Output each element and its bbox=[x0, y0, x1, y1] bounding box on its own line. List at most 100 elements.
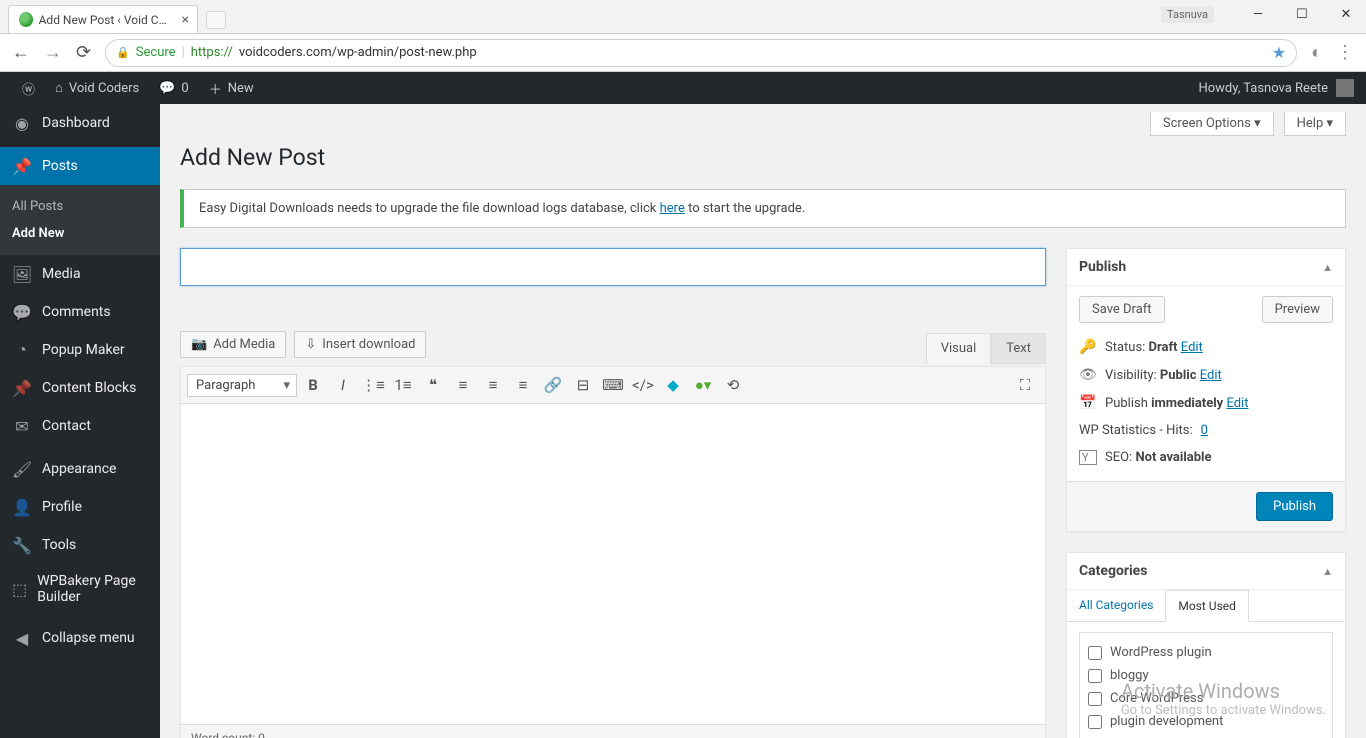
paragraph-select[interactable]: Paragraph bbox=[187, 374, 297, 397]
notice-here-link[interactable]: here bbox=[660, 201, 685, 216]
browser-profile[interactable]: Tasnuva bbox=[1161, 6, 1214, 23]
page-title: Add New Post bbox=[180, 144, 1346, 171]
category-list[interactable]: WordPress plugin bloggy Core WordPress p… bbox=[1079, 632, 1333, 738]
preview-button[interactable]: Preview bbox=[1262, 296, 1333, 323]
content-area: Screen Options ▾ Help ▾ Add New Post Eas… bbox=[160, 104, 1366, 738]
tab-visual[interactable]: Visual bbox=[926, 333, 992, 364]
category-item[interactable]: WordPress plugin bbox=[1088, 641, 1324, 664]
toolbar-toggle-button[interactable]: ⌨ bbox=[599, 371, 627, 399]
editor-canvas[interactable] bbox=[181, 404, 1045, 724]
tab-text[interactable]: Text bbox=[991, 333, 1046, 364]
post-title-input[interactable] bbox=[180, 248, 1046, 286]
forward-button[interactable]: → bbox=[44, 42, 62, 63]
category-item[interactable]: plugin development bbox=[1088, 710, 1324, 733]
bold-button[interactable]: B bbox=[299, 371, 327, 399]
category-item[interactable]: Core WordPress bbox=[1088, 687, 1324, 710]
comments-link[interactable]: 💬0 bbox=[149, 81, 199, 96]
wp-logo[interactable]: ⓦ bbox=[12, 79, 45, 98]
sidebar-item-wpbakery[interactable]: ⬚WPBakery Page Builder bbox=[0, 564, 160, 614]
quote-button[interactable]: ❝ bbox=[419, 371, 447, 399]
plugin2-icon[interactable]: ●▾ bbox=[689, 371, 717, 399]
align-right-button[interactable]: ≡ bbox=[509, 371, 537, 399]
plugin1-icon[interactable]: ◆ bbox=[659, 371, 687, 399]
eye-icon: 👁 bbox=[1079, 367, 1097, 383]
url-input[interactable]: 🔒 Secure | https://voidcoders.com/wp-adm… bbox=[105, 39, 1297, 67]
sidebar-item-content-blocks[interactable]: 📌Content Blocks bbox=[0, 369, 160, 407]
category-item[interactable]: bloggy bbox=[1088, 664, 1324, 687]
new-tab-button[interactable] bbox=[206, 11, 226, 29]
category-checkbox[interactable] bbox=[1088, 646, 1102, 660]
help-button[interactable]: Help ▾ bbox=[1284, 112, 1346, 136]
download-icon: ⇩ bbox=[305, 337, 316, 352]
readmore-button[interactable]: ⊟ bbox=[569, 371, 597, 399]
sidebar-item-appearance[interactable]: 🖌Appearance bbox=[0, 450, 160, 488]
menu-icon[interactable]: ⋮ bbox=[1336, 42, 1354, 63]
publish-box: Publish▲ Save Draft Preview 🔑Status: Dra… bbox=[1066, 248, 1346, 532]
category-checkbox[interactable] bbox=[1088, 715, 1102, 729]
tab-title: Add New Post ‹ Void Cod… bbox=[39, 13, 167, 27]
add-media-button[interactable]: 📷Add Media bbox=[180, 331, 286, 358]
categories-heading[interactable]: Categories▲ bbox=[1067, 553, 1345, 590]
sidebar-collapse[interactable]: ◀Collapse menu bbox=[0, 619, 160, 657]
sidebar-item-posts[interactable]: 📌Posts bbox=[0, 147, 160, 185]
italic-button[interactable]: I bbox=[329, 371, 357, 399]
collapse-icon: ◀ bbox=[12, 628, 32, 648]
sidebar-item-dashboard[interactable]: ◉Dashboard bbox=[0, 104, 160, 142]
stats-link[interactable]: 0 bbox=[1201, 423, 1208, 438]
sidebar-item-profile[interactable]: 👤Profile bbox=[0, 488, 160, 526]
sidebar-item-tools[interactable]: 🔧Tools bbox=[0, 526, 160, 564]
number-list-button[interactable]: 1≡ bbox=[389, 371, 417, 399]
editor-container: Visual Text Paragraph B I ⋮≡ 1≡ ❝ ≡ ≡ bbox=[180, 366, 1046, 738]
tab-most-used[interactable]: Most Used bbox=[1165, 590, 1249, 622]
wrench-icon: 🔧 bbox=[12, 535, 32, 555]
brush-icon: 🖌 bbox=[12, 459, 32, 479]
close-icon[interactable]: × bbox=[182, 12, 189, 28]
site-home-link[interactable]: ⌂Void Coders bbox=[45, 80, 149, 96]
sidebar-item-popup[interactable]: ◔Popup Maker bbox=[0, 331, 160, 369]
link-button[interactable]: 🔗 bbox=[539, 371, 567, 399]
category-checkbox[interactable] bbox=[1088, 669, 1102, 683]
save-draft-button[interactable]: Save Draft bbox=[1079, 296, 1165, 323]
publish-button[interactable]: Publish bbox=[1256, 492, 1333, 521]
editor-toolbar: Paragraph B I ⋮≡ 1≡ ❝ ≡ ≡ ≡ 🔗 ⊟ ⌨ bbox=[181, 367, 1045, 404]
screen-options-button[interactable]: Screen Options ▾ bbox=[1150, 112, 1274, 136]
reload-button[interactable]: ⟳ bbox=[76, 42, 91, 63]
category-checkbox[interactable] bbox=[1088, 692, 1102, 706]
yoast-icon: Y bbox=[1079, 450, 1097, 465]
sidebar-sub-add-new[interactable]: Add New bbox=[0, 220, 160, 247]
upgrade-notice: Easy Digital Downloads needs to upgrade … bbox=[180, 189, 1346, 228]
insert-download-button[interactable]: ⇩Insert download bbox=[294, 331, 426, 358]
edit-status-link[interactable]: Edit bbox=[1181, 340, 1203, 355]
categories-box: Categories▲ All Categories Most Used Wor… bbox=[1066, 552, 1346, 738]
secure-label: Secure bbox=[136, 45, 176, 60]
maximize-button[interactable]: ☐ bbox=[1282, 0, 1322, 28]
code-button[interactable]: </> bbox=[629, 371, 657, 399]
home-icon: ⌂ bbox=[55, 80, 63, 96]
pin-icon: 📌 bbox=[12, 156, 32, 176]
browser-tab[interactable]: Add New Post ‹ Void Cod… × bbox=[8, 5, 198, 33]
publish-heading[interactable]: Publish▲ bbox=[1067, 249, 1345, 286]
sidebar-item-media[interactable]: 🖼Media bbox=[0, 255, 160, 293]
align-left-button[interactable]: ≡ bbox=[449, 371, 477, 399]
back-button[interactable]: ← bbox=[12, 42, 30, 63]
sidebar-item-comments[interactable]: 💬Comments bbox=[0, 293, 160, 331]
extension-icon[interactable]: ◐ bbox=[1311, 42, 1322, 63]
new-link[interactable]: ＋New bbox=[199, 79, 264, 98]
tab-all-categories[interactable]: All Categories bbox=[1067, 590, 1165, 621]
window-close-button[interactable]: ✕ bbox=[1326, 0, 1366, 28]
howdy-text[interactable]: Howdy, Tasnova Reete bbox=[1198, 81, 1328, 96]
refresh-button[interactable]: ⟲ bbox=[719, 371, 747, 399]
sidebar-item-contact[interactable]: ✉Contact bbox=[0, 407, 160, 445]
edit-visibility-link[interactable]: Edit bbox=[1200, 368, 1222, 383]
mail-icon: ✉ bbox=[12, 416, 32, 436]
edit-publish-link[interactable]: Edit bbox=[1226, 396, 1248, 411]
avatar[interactable] bbox=[1336, 79, 1354, 97]
align-center-button[interactable]: ≡ bbox=[479, 371, 507, 399]
fullscreen-button[interactable]: ⛶ bbox=[1011, 371, 1039, 399]
plus-icon: ＋ bbox=[209, 79, 222, 98]
bullet-list-button[interactable]: ⋮≡ bbox=[359, 371, 387, 399]
bookmark-icon[interactable]: ★ bbox=[1272, 43, 1286, 62]
minimize-button[interactable]: ― bbox=[1238, 0, 1278, 28]
sidebar-sub-all-posts[interactable]: All Posts bbox=[0, 193, 160, 220]
category-item[interactable]: WordPress News bbox=[1088, 733, 1324, 738]
